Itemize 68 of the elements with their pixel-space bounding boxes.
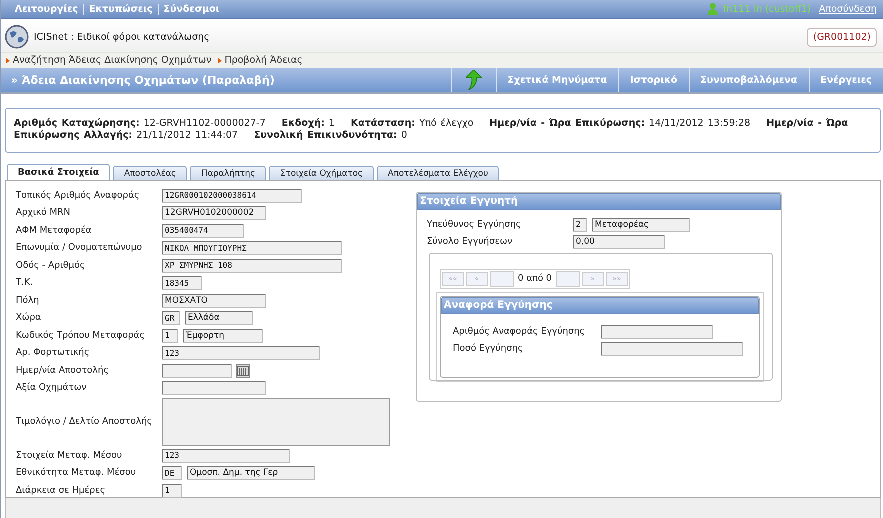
- input-field[interactable]: [162, 381, 266, 396]
- input-field[interactable]: ΜΟΣΧΑΤΟ: [162, 294, 266, 308]
- office-code-badge: (GR001102): [807, 28, 877, 46]
- panel-header: Αναφορά Εγγύησης: [441, 297, 759, 314]
- input-field[interactable]: 1: [162, 328, 178, 343]
- summary-text: Αριθμός Καταχώρησης: 12-GRVH1102-0000027-7 Εκδοχή: 1 Κατάσταση: Υπό έλεγχο Ημερ/νία - Ώρα Επικύρωσης: 14/11/2012 13:59:28 Ημερ/νία - Ώρα Επικύρωσης Αλλαγής: 21/11/2012 11:44:07 Συνολική Επικινδυνότητα: 0: [14, 118, 850, 142]
- calendar-button[interactable]: [236, 364, 250, 378]
- field-label: Αρχικό MRN: [16, 208, 72, 218]
- page-field[interactable]: [556, 271, 580, 287]
- field-label: Επωνυμία / Ονοματεπώνυμο: [16, 243, 144, 254]
- field-label: Ημερ/νία Αποστολής: [16, 366, 110, 376]
- field-label: Αξία Οχημάτων: [16, 383, 88, 394]
- input-field[interactable]: DE: [162, 466, 182, 480]
- user-name: fn111 ln (custoff1): [723, 4, 812, 14]
- field-label: Χώρα: [16, 313, 42, 324]
- input-field[interactable]: Ομοσπ. Δημ. της Γερ: [187, 466, 315, 480]
- user-icon: [708, 3, 718, 15]
- input-field[interactable]: 2: [573, 218, 587, 232]
- input-field[interactable]: 12GRVH0102000002: [162, 206, 266, 220]
- input-field[interactable]: ΧΡ ΣΜΥΡΝΗΣ 108: [162, 258, 342, 273]
- tab[interactable]: Παραλήπτης: [190, 166, 266, 180]
- field-label: Κωδικός Τρόπου Μεταφοράς: [16, 330, 146, 341]
- input-field[interactable]: 18345: [162, 276, 202, 290]
- panel-header: Στοιχεία Εγγυητή: [417, 193, 781, 210]
- input-field[interactable]: 123: [162, 346, 320, 360]
- calendar-icon: [237, 366, 249, 376]
- input-field[interactable]: 12GR000102000038614: [162, 188, 302, 203]
- field-label: Εθνικότητα Μεταφ. Μέσου: [16, 468, 138, 478]
- field-label: Πόλη: [16, 296, 40, 306]
- tab[interactable]: Στοιχεία Οχήματος: [269, 166, 374, 180]
- page-status: 0 από 0: [517, 274, 554, 284]
- tab[interactable]: Αποστολέας: [113, 166, 188, 180]
- text-area[interactable]: [162, 398, 390, 446]
- breadcrumb-link[interactable]: Αναζήτηση Άδειας Διακίνησης Οχημάτων: [13, 55, 212, 66]
- input-field[interactable]: 035400474: [162, 224, 244, 238]
- globe-icon: [5, 25, 29, 49]
- field-label: Τιμολόγιο / Δελτίο Αποστολής: [16, 417, 154, 427]
- page-title: » Άδεια Διακίνησης Οχημάτων (Παραλαβή): [10, 74, 275, 86]
- page-field[interactable]: [490, 271, 514, 287]
- input-field[interactable]: [162, 364, 232, 378]
- input-field[interactable]: [601, 342, 743, 356]
- field-label: Οδός - Αριθμός: [16, 260, 86, 271]
- input-field[interactable]: 0,00: [573, 235, 665, 250]
- input-field[interactable]: Μεταφορέας: [592, 218, 690, 232]
- tab[interactable]: Βασικά Στοιχεία: [7, 164, 110, 180]
- input-field[interactable]: GR: [162, 311, 180, 326]
- field-label: Αριθμός Αναφοράς Εγγύησης: [453, 326, 586, 337]
- field-label: Διάρκεια σε Ημέρες: [16, 486, 107, 496]
- input-field[interactable]: Έμφορτη: [183, 328, 263, 343]
- input-field[interactable]: [601, 324, 713, 339]
- field-label: Τ.Κ.: [16, 278, 34, 288]
- breadcrumb-link[interactable]: Προβολή Άδειας: [224, 55, 303, 66]
- field-label: Στοιχεία Μεταφ. Μέσου: [16, 450, 124, 461]
- field-label: Σύνολο Εγγυήσεων: [427, 237, 514, 248]
- field-label: Αρ. Φορτωτικής: [16, 348, 91, 358]
- field-label: Ποσό Εγγύησης: [453, 344, 524, 354]
- input-field[interactable]: 1: [162, 484, 182, 498]
- up-arrow-icon: [466, 70, 482, 90]
- triangle-icon: [218, 58, 222, 64]
- app-title: ICISnet : Ειδικοί φόροι κατανάλωσης: [34, 32, 211, 42]
- input-field[interactable]: Ελλάδα: [185, 311, 253, 326]
- input-field[interactable]: ΝΙΚΟΛ ΜΠΟΥΓΙΟΥΡΗΣ: [162, 241, 342, 256]
- triangle-icon: [6, 58, 10, 64]
- field-label: Υπεύθυνος Εγγύησης: [427, 220, 522, 230]
- field-label: ΑΦΜ Μεταφορέα: [16, 226, 93, 236]
- input-field[interactable]: 123: [162, 448, 290, 463]
- tab[interactable]: Αποτελέσματα Ελέγχου: [377, 166, 500, 180]
- field-label: Τοπικός Αριθμός Αναφοράς: [16, 190, 141, 201]
